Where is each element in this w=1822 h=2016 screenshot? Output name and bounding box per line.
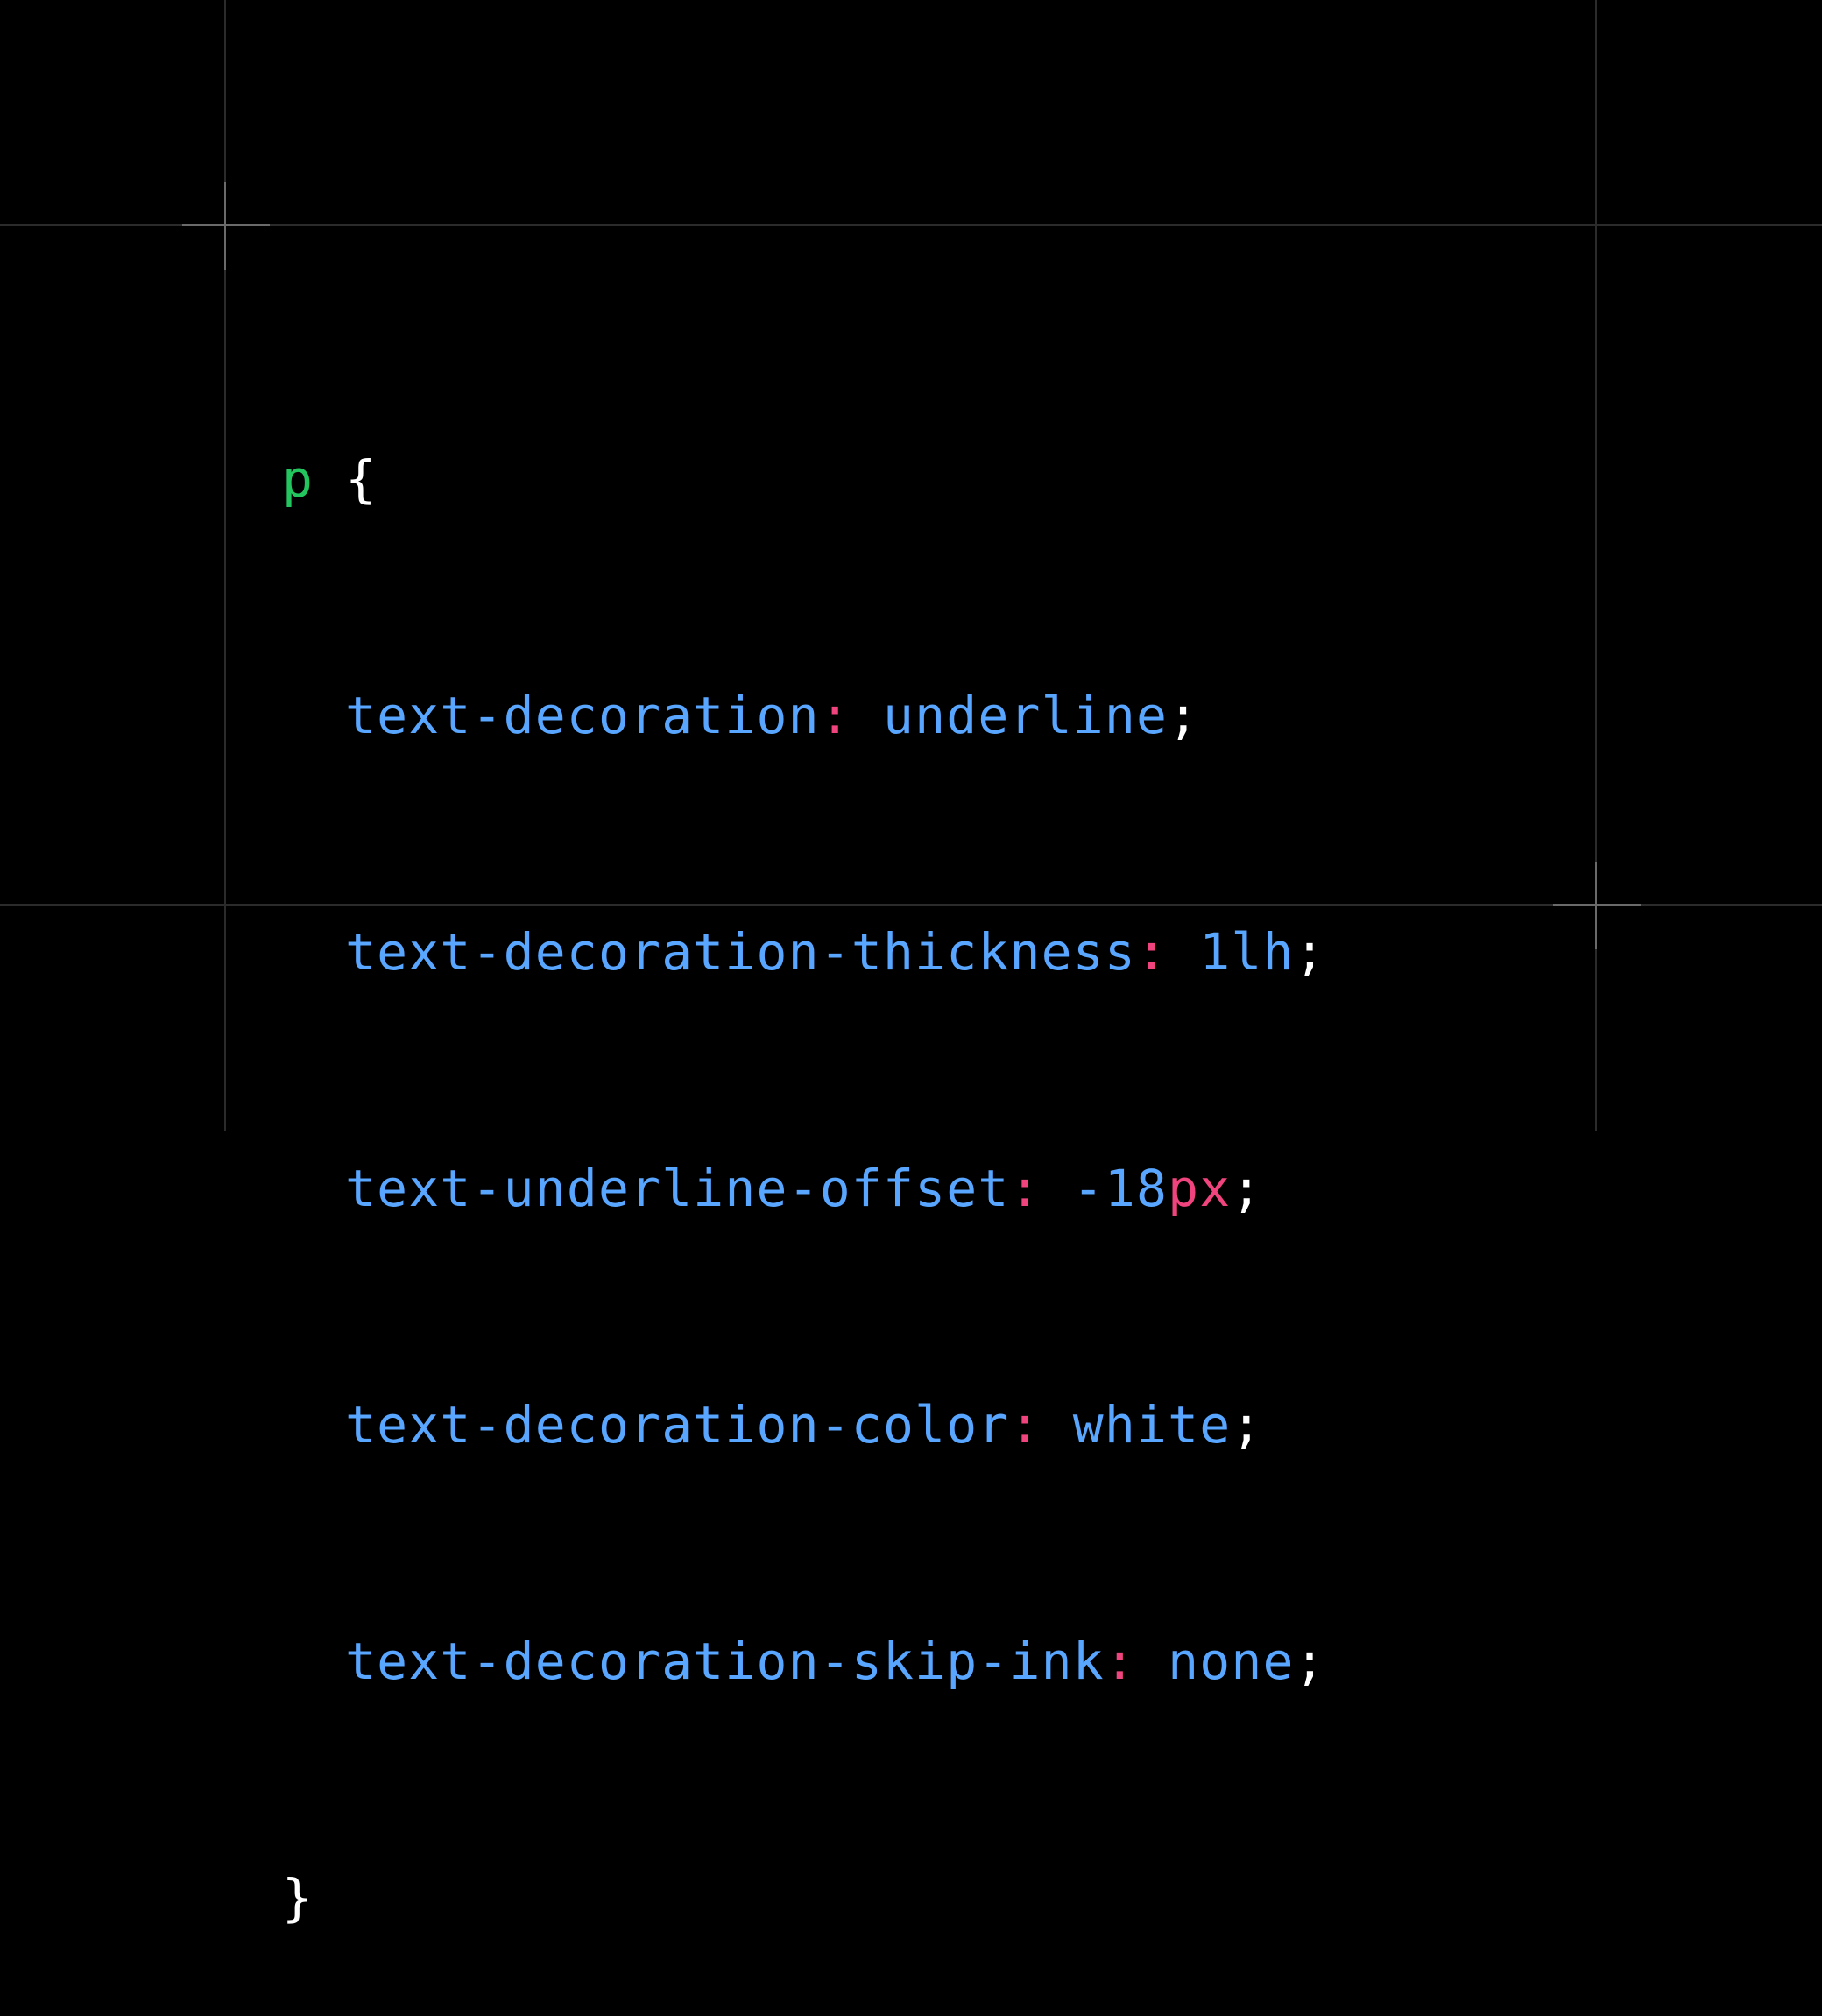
css-value: white	[1072, 1395, 1232, 1455]
css-property: text-decoration-thickness	[345, 922, 1136, 982]
corner-mark-bottom-right-h	[1553, 904, 1641, 906]
semicolon: ;	[1294, 1632, 1326, 1691]
css-property: text-decoration-skip-ink	[345, 1632, 1105, 1691]
guide-line-top	[0, 224, 1822, 226]
open-brace: {	[345, 449, 378, 509]
css-property: text-decoration-color	[345, 1395, 1010, 1455]
css-value: 1lh	[1199, 922, 1295, 982]
corner-mark-top-left-v	[224, 182, 226, 270]
semicolon: ;	[1294, 922, 1326, 982]
semicolon: ;	[1231, 1159, 1263, 1218]
semicolon: ;	[1168, 686, 1200, 745]
code-line-selector: p {	[282, 440, 1326, 518]
css-value: underline	[883, 686, 1169, 745]
code-line-declaration: text-decoration: underline;	[282, 676, 1326, 755]
guide-line-left	[224, 0, 226, 1131]
colon: :	[1104, 1632, 1136, 1691]
css-value: -18	[1072, 1159, 1169, 1218]
colon: :	[1009, 1159, 1042, 1218]
close-brace: }	[282, 1868, 314, 1928]
corner-mark-top-left-h	[182, 224, 270, 226]
css-selector: p	[282, 449, 314, 509]
code-line-declaration: text-decoration-skip-ink: none;	[282, 1622, 1326, 1701]
semicolon: ;	[1231, 1395, 1263, 1455]
colon: :	[1009, 1395, 1042, 1455]
colon: :	[1135, 922, 1169, 982]
colon: :	[819, 686, 851, 745]
guide-line-right	[1595, 0, 1597, 1131]
css-code-block: p { text-decoration: underline; text-dec…	[282, 282, 1326, 2016]
code-line-declaration: text-decoration-thickness: 1lh;	[282, 913, 1326, 991]
css-unit: px	[1168, 1159, 1232, 1218]
css-value: none	[1168, 1632, 1295, 1691]
css-property: text-underline-offset	[345, 1159, 1010, 1218]
code-line-declaration: text-underline-offset: -18px;	[282, 1149, 1326, 1228]
corner-mark-bottom-right-v	[1595, 862, 1597, 949]
css-property: text-decoration	[345, 686, 820, 745]
code-line-close: }	[282, 1858, 1326, 1937]
code-line-declaration: text-decoration-color: white;	[282, 1385, 1326, 1464]
